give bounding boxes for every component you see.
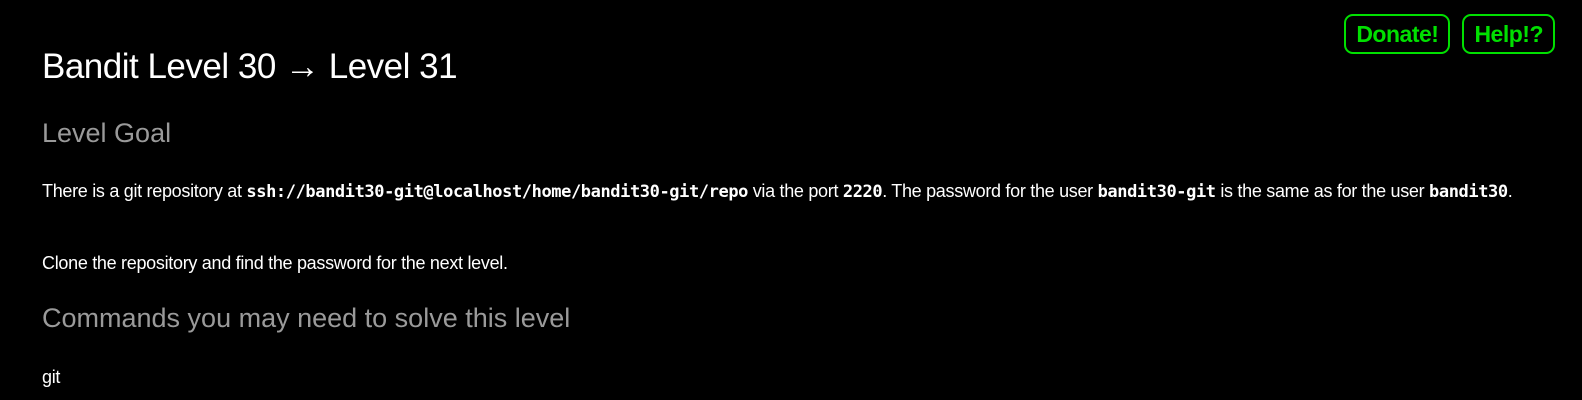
- repo-url-code: ssh://bandit30-git@localhost/home/bandit…: [246, 182, 748, 202]
- git-user-code: bandit30-git: [1097, 182, 1216, 202]
- commands-list: git: [42, 367, 61, 387]
- donate-button[interactable]: Donate!: [1344, 14, 1451, 54]
- help-button[interactable]: Help!?: [1462, 14, 1555, 54]
- page-title: Bandit Level 30 → Level 31: [42, 47, 458, 86]
- commands-heading: Commands you may need to solve this leve…: [42, 303, 571, 333]
- clone-instruction: Clone the repository and find the passwo…: [42, 253, 508, 273]
- goal-text-2: via the port: [748, 181, 843, 201]
- level-goal-heading: Level Goal: [42, 118, 172, 148]
- goal-paragraph: There is a git repository at ssh://bandi…: [42, 178, 1522, 205]
- port-code: 2220: [842, 182, 883, 202]
- user-code: bandit30: [1429, 182, 1508, 202]
- goal-text-5: .: [1507, 181, 1513, 201]
- goal-text-3: . The password for the user: [882, 181, 1098, 201]
- top-button-group: Donate! Help!?: [1344, 14, 1555, 54]
- goal-text-4: is the same as for the user: [1215, 181, 1430, 201]
- goal-text-1: There is a git repository at: [42, 181, 247, 201]
